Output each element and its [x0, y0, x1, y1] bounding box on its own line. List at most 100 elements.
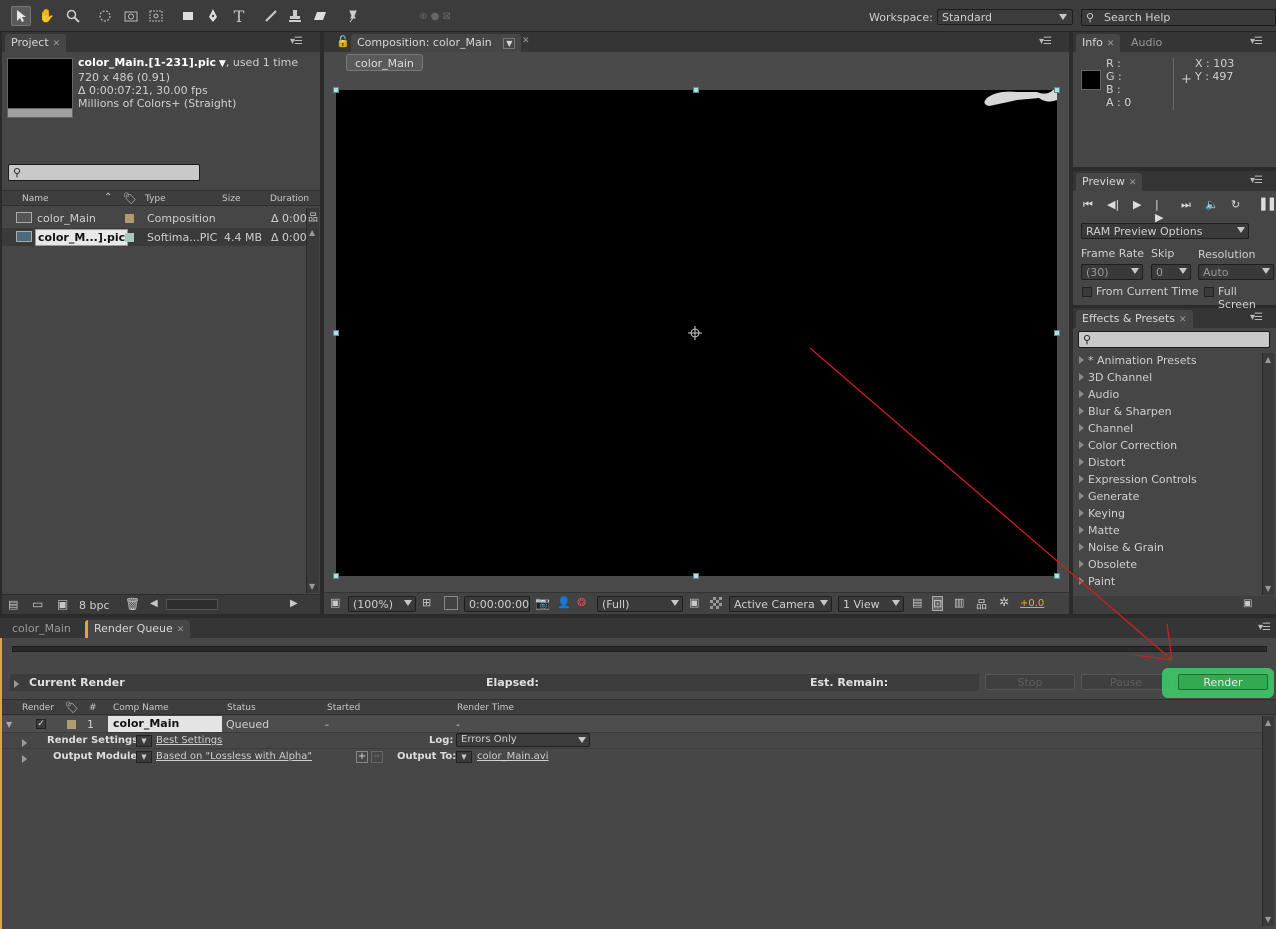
brush-tool-icon[interactable]: [261, 6, 281, 26]
selection-handle[interactable]: [333, 573, 339, 579]
list-item[interactable]: Generate: [1079, 490, 1139, 503]
camera-orbit-tool-icon[interactable]: [121, 6, 141, 26]
play-icon[interactable]: ▶: [1133, 198, 1141, 211]
scroll-up-arrow[interactable]: ▲: [1265, 355, 1271, 364]
last-frame-icon[interactable]: ⏭: [1181, 198, 1191, 212]
scroll-down-arrow[interactable]: ▼: [1265, 915, 1271, 924]
col-render-time[interactable]: Render Time: [457, 703, 514, 713]
list-item[interactable]: Keying: [1079, 507, 1125, 520]
skip-dropdown[interactable]: 0: [1151, 264, 1191, 280]
list-item[interactable]: Distort: [1079, 456, 1125, 469]
col-number[interactable]: #: [89, 703, 97, 713]
selection-handle[interactable]: [333, 87, 339, 93]
toggle-pixel-aspect-icon[interactable]: ▤: [912, 596, 922, 609]
exposure-value[interactable]: +0.0: [1020, 598, 1044, 609]
effects-scrollbar[interactable]: ▲ ▼: [1262, 353, 1274, 595]
list-item[interactable]: Expression Controls: [1079, 473, 1197, 486]
mute-audio-icon[interactable]: 🔈: [1205, 198, 1219, 211]
fast-render-icon[interactable]: ⊡: [932, 596, 944, 611]
expand-triangle-icon[interactable]: [22, 753, 31, 766]
label-color-swatch[interactable]: [67, 720, 76, 729]
search-help-input[interactable]: ⚲ Search Help: [1081, 9, 1276, 26]
full-screen-checkbox[interactable]: [1204, 287, 1214, 297]
render-settings-value[interactable]: Best Settings: [156, 735, 222, 746]
scroll-left-arrow[interactable]: ◀: [150, 598, 158, 609]
tab-project[interactable]: Project ✕: [5, 34, 67, 52]
list-item[interactable]: Audio: [1079, 388, 1119, 401]
region-of-interest-icon[interactable]: [444, 596, 458, 610]
panel-menu-icon[interactable]: ▾☰: [1039, 36, 1052, 47]
always-preview-icon[interactable]: ▣: [330, 596, 340, 609]
new-composition-icon[interactable]: ▣: [57, 597, 68, 611]
selection-handle[interactable]: [1054, 330, 1060, 336]
project-item-name[interactable]: color_Main.[1-231].pic: [78, 56, 216, 69]
tab-audio[interactable]: Audio: [1125, 34, 1168, 52]
close-icon[interactable]: ✕: [177, 625, 185, 635]
selection-handle[interactable]: [333, 330, 339, 336]
composition-viewer[interactable]: [336, 90, 1057, 576]
project-search-input[interactable]: ⚲: [8, 164, 200, 181]
timecode-field[interactable]: 0:00:00:00: [464, 596, 530, 612]
list-item[interactable]: 3D Channel: [1079, 371, 1152, 384]
chevron-down-icon[interactable]: ▼: [503, 38, 516, 49]
panel-menu-icon[interactable]: ▾☰: [1250, 175, 1263, 186]
scroll-up-arrow[interactable]: ▲: [1265, 718, 1271, 727]
trash-icon[interactable]: 🗑: [125, 597, 140, 611]
exposure-icon[interactable]: ✲: [999, 595, 1009, 609]
close-icon[interactable]: ✕: [53, 39, 61, 49]
flowchart-icon[interactable]: 品: [308, 209, 318, 224]
list-item[interactable]: Color Correction: [1079, 439, 1177, 452]
col-status[interactable]: Status: [227, 703, 256, 713]
selection-handle[interactable]: [1054, 87, 1060, 93]
chevron-down-icon[interactable]: ▼: [216, 59, 226, 69]
snapshot-icon[interactable]: 📷: [535, 596, 550, 610]
tab-composition[interactable]: Composition: color_Main ▼: [351, 34, 522, 52]
close-icon[interactable]: ✕: [1107, 39, 1115, 49]
col-comp-name[interactable]: Comp Name: [113, 703, 169, 713]
resolution-preview-dropdown[interactable]: Auto: [1198, 264, 1274, 280]
output-to-value[interactable]: color_Main.avi: [477, 751, 549, 762]
first-frame-icon[interactable]: ⏮: [1083, 198, 1093, 212]
output-module-value[interactable]: Based on "Lossless with Alpha": [156, 751, 312, 762]
selection-handle[interactable]: [693, 573, 699, 579]
scroll-down-arrow[interactable]: ▼: [309, 582, 315, 591]
type-tool-icon[interactable]: T: [229, 6, 249, 26]
camera-dropdown[interactable]: Active Camera: [729, 596, 832, 612]
queue-item-comp-name[interactable]: color_Main: [108, 716, 222, 732]
channel-icon[interactable]: ❂: [577, 596, 586, 609]
effects-search-input[interactable]: ⚲: [1078, 331, 1270, 348]
horizontal-scrollbar-thumb[interactable]: [166, 599, 218, 610]
list-item[interactable]: Matte: [1079, 524, 1120, 537]
table-row[interactable]: ▼ ✓ 1 color_Main Queued - -: [0, 716, 1262, 733]
tab-effects-presets[interactable]: Effects & Presets ✕: [1076, 310, 1193, 328]
ram-preview-icon[interactable]: ▐▐: [1257, 198, 1274, 211]
add-output-module-icon[interactable]: +: [356, 751, 368, 763]
rotation-tool-icon[interactable]: [95, 6, 115, 26]
show-snapshot-icon[interactable]: 👤: [557, 596, 571, 609]
list-item[interactable]: Blur & Sharpen: [1079, 405, 1172, 418]
pan-behind-tool-icon[interactable]: [146, 6, 166, 26]
sort-up-icon[interactable]: ⌃: [104, 192, 112, 203]
remove-output-module-icon[interactable]: −: [371, 751, 383, 763]
zoom-tool-icon[interactable]: [63, 6, 83, 26]
from-current-time-checkbox[interactable]: [1082, 287, 1092, 297]
frame-rate-dropdown[interactable]: (30): [1081, 264, 1143, 280]
label-tag-icon[interactable]: 🏷: [123, 192, 137, 205]
close-icon[interactable]: ✕: [522, 36, 530, 46]
rectangle-tool-icon[interactable]: [178, 6, 198, 26]
new-animation-preset-icon[interactable]: ▣: [1243, 598, 1252, 609]
scroll-down-arrow[interactable]: ▼: [1265, 584, 1271, 593]
view-layout-dropdown[interactable]: 1 View: [838, 596, 904, 612]
selection-handle[interactable]: [1054, 573, 1060, 579]
zoom-dropdown[interactable]: (100%): [348, 596, 416, 612]
lock-icon[interactable]: 🔓: [336, 35, 350, 48]
col-size[interactable]: Size: [222, 194, 240, 204]
selection-handle[interactable]: [693, 87, 699, 93]
panel-menu-icon[interactable]: ▾☰: [1250, 312, 1263, 323]
col-name[interactable]: Name: [22, 194, 49, 204]
list-item[interactable]: Channel: [1079, 422, 1133, 435]
label-tag-icon[interactable]: 🏷: [65, 701, 79, 714]
stop-button[interactable]: Stop: [985, 674, 1075, 690]
eraser-tool-icon[interactable]: [310, 6, 330, 26]
previous-frame-icon[interactable]: ◀|: [1107, 198, 1119, 211]
